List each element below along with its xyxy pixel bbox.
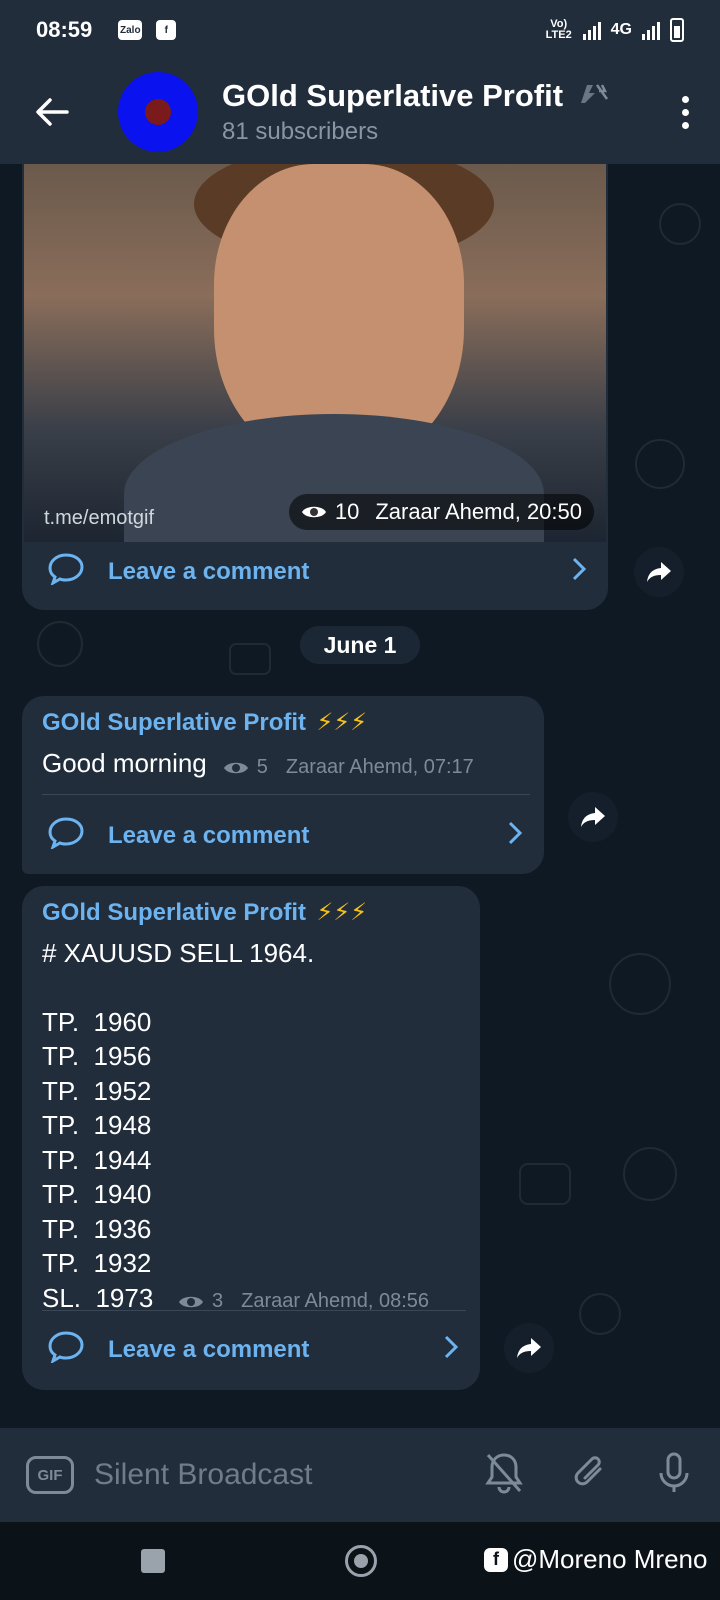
comment-icon — [48, 552, 84, 592]
chevron-right-icon — [508, 821, 523, 852]
microphone-icon — [659, 1452, 689, 1492]
leave-comment-label: Leave a comment — [108, 822, 310, 849]
divider — [42, 794, 530, 795]
channel-info[interactable]: GOld Superlative Profit 81 subscribers — [222, 78, 609, 146]
more-dot-icon — [681, 95, 689, 103]
signal-2-icon — [642, 20, 660, 40]
signal-line: TP. 1948 — [42, 1110, 152, 1140]
comment-icon — [48, 1330, 84, 1370]
zalo-icon: Zalo — [118, 20, 143, 40]
message-input[interactable]: Silent Broadcast — [94, 1458, 312, 1492]
gif-label: GIF — [37, 1466, 63, 1484]
channel-header: GOld Superlative Profit 81 subscribers — [0, 60, 720, 164]
bell-off-icon — [485, 1452, 523, 1493]
lightning-icons: ⚡⚡⚡ — [316, 899, 368, 926]
leave-comment-label: Leave a comment — [108, 558, 310, 585]
facebook-logo-icon: f — [484, 1547, 508, 1572]
cell-label: 4G — [610, 21, 632, 38]
chevron-right-icon — [444, 1335, 459, 1366]
gif-button[interactable]: GIF — [26, 1456, 74, 1494]
input-actions — [484, 1451, 692, 1500]
microphone-button[interactable] — [656, 1451, 692, 1500]
signal-line: TP. 1944 — [42, 1144, 152, 1175]
chat-area[interactable]: t.me/emotgif 10 Zaraar Ahemd, 20:50 Leav… — [0, 164, 720, 1428]
sender-name: GOld Superlative Profit — [42, 899, 307, 926]
gif-watermark: t.me/emotgif — [44, 507, 155, 529]
comment-icon — [48, 816, 84, 856]
leave-comment-button[interactable]: Leave a comment — [22, 798, 544, 874]
message-header: GOld Superlative Profit ⚡⚡⚡ — [42, 898, 367, 927]
silent-bell-button[interactable] — [484, 1451, 524, 1500]
back-button[interactable] — [0, 60, 104, 164]
recents-button[interactable] — [141, 1549, 165, 1573]
signal-line: TP. 1936 — [42, 1213, 152, 1244]
leave-comment-label: Leave a comment — [108, 1336, 310, 1363]
signal-line: TP. 1960 — [42, 1006, 152, 1037]
signal-headline: # XAUUSD SELL 1964. — [42, 938, 315, 968]
chevron-right-icon — [572, 557, 587, 588]
home-button[interactable] — [345, 1545, 377, 1577]
muted-icon — [575, 81, 609, 111]
message-body: Good morning 5 Zaraar Ahemd, 07:17 — [42, 746, 474, 779]
author-time: Zaraar Ahemd, 20:50 — [375, 499, 582, 524]
share-arrow-icon — [647, 562, 671, 582]
leave-comment-button[interactable]: Leave a comment — [22, 1312, 480, 1388]
share-button[interactable] — [504, 1323, 554, 1373]
text-message[interactable]: GOld Superlative Profit ⚡⚡⚡ Good morning… — [22, 696, 544, 874]
message-header: GOld Superlative Profit ⚡⚡⚡ — [42, 708, 367, 737]
share-button[interactable] — [634, 547, 684, 597]
author-time: Zaraar Ahemd, 07:17 — [285, 756, 474, 778]
view-count: 5 — [256, 756, 268, 778]
signal-line: TP. 1952 — [42, 1075, 152, 1106]
signal-line: TP. 1940 — [42, 1179, 152, 1209]
share-arrow-icon — [581, 807, 605, 827]
subscriber-count: 81 subscribers — [222, 118, 379, 145]
share-arrow-icon — [517, 1338, 541, 1358]
facebook-icon: f — [156, 20, 177, 40]
system-nav-bar: f @Moreno Mreno — [0, 1522, 720, 1600]
attach-button[interactable] — [570, 1451, 610, 1500]
share-button[interactable] — [568, 792, 618, 842]
lightning-icons: ⚡⚡⚡ — [316, 709, 368, 736]
signal-message[interactable]: GOld Superlative Profit ⚡⚡⚡ # XAUUSD SEL… — [22, 886, 480, 1390]
media-meta: 10 Zaraar Ahemd, 20:50 — [288, 494, 594, 530]
eye-icon — [301, 506, 326, 518]
signal-icon — [582, 20, 601, 40]
message-text: Good morning — [42, 748, 207, 778]
gif-preview[interactable]: t.me/emotgif 10 Zaraar Ahemd, 20:50 — [24, 164, 606, 542]
more-menu-button[interactable] — [650, 95, 720, 129]
video-credit: f @Moreno Mreno — [484, 1544, 707, 1575]
eye-icon — [223, 762, 248, 773]
paperclip-icon — [574, 1455, 602, 1485]
channel-avatar[interactable] — [118, 72, 198, 152]
view-count: 10 — [334, 499, 360, 524]
input-bar: GIF Silent Broadcast — [0, 1428, 720, 1522]
leave-comment-button[interactable]: Leave a comment — [22, 534, 608, 610]
more-dot-icon — [681, 121, 689, 129]
signal-line: TP. 1956 — [42, 1041, 152, 1071]
divider — [42, 1310, 466, 1311]
avatar-emblem — [145, 99, 171, 125]
status-right: Vo) LTE2 4G — [545, 18, 684, 42]
date-separator-label: June 1 — [323, 631, 397, 658]
message-meta: 5 Zaraar Ahemd, 07:17 — [223, 756, 474, 779]
volte-label: Vo) LTE2 — [545, 18, 572, 41]
credit-text: @Moreno Mreno — [512, 1544, 708, 1574]
status-time: 08:59 — [36, 17, 93, 42]
signal-body: # XAUUSD SELL 1964. TP. 1960 TP. 1956 TP… — [42, 936, 314, 1315]
status-bar: 08:59 Zalo f Vo) LTE2 4G — [0, 0, 720, 60]
arrow-left-icon — [36, 98, 69, 126]
date-separator: June 1 — [300, 626, 420, 664]
more-dot-icon — [681, 108, 689, 116]
channel-title: GOld Superlative Profit — [222, 78, 564, 113]
eye-icon — [179, 1296, 203, 1307]
sender-name: GOld Superlative Profit — [42, 709, 307, 736]
signal-line: TP. 1932 — [42, 1248, 152, 1278]
battery-icon — [670, 18, 684, 42]
